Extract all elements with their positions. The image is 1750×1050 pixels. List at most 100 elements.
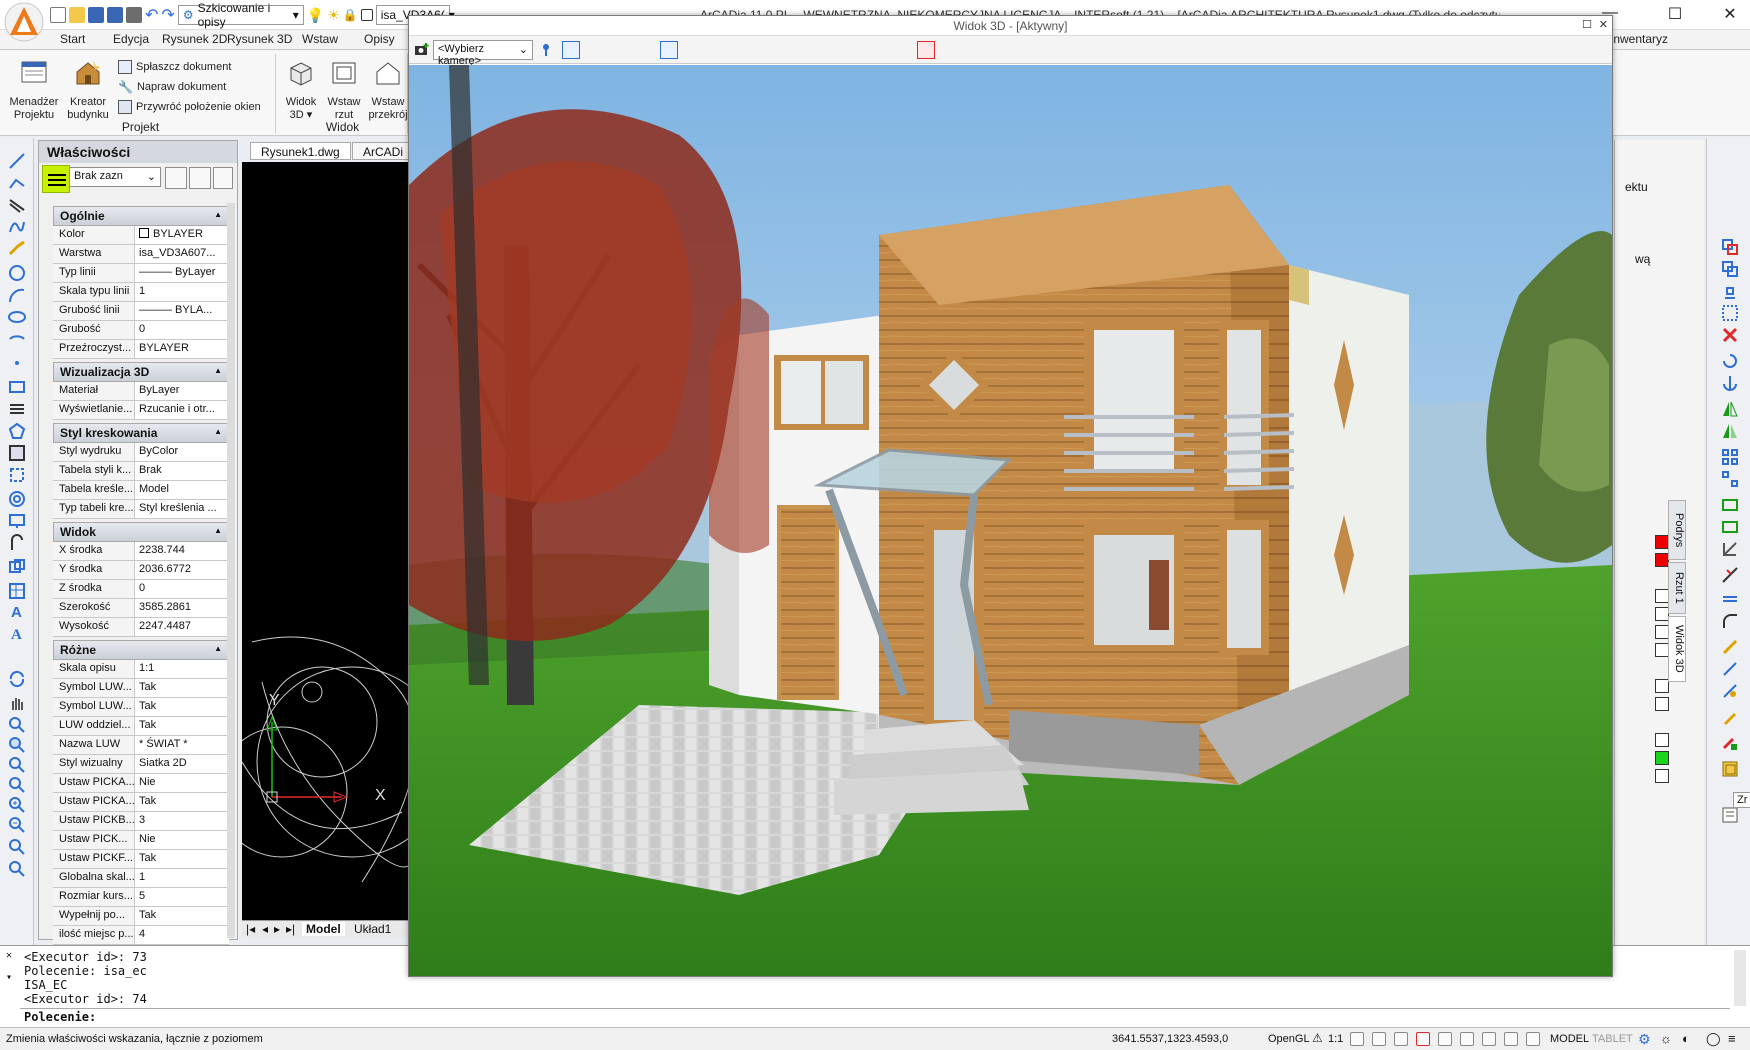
project-manager-button[interactable]: Menadżer Projektu	[8, 58, 60, 122]
view-section-button[interactable]	[917, 41, 935, 59]
view-look-button[interactable]	[634, 41, 652, 59]
view-floor-button[interactable]	[731, 41, 749, 59]
ellipse-icon[interactable]	[8, 308, 26, 326]
wipeout-icon[interactable]	[8, 534, 26, 552]
repair-document-button[interactable]: 🔧 Napraw dokument	[118, 80, 226, 94]
model-space-label[interactable]: MODEL	[1550, 1033, 1589, 1045]
layer-state-icon[interactable]	[1721, 806, 1739, 824]
property-row[interactable]: Symbol LUW... Tak	[53, 679, 229, 698]
property-value[interactable]: 0	[135, 580, 229, 598]
property-value[interactable]: ——— BYLA...	[135, 302, 229, 320]
layers-icon[interactable]	[1721, 760, 1739, 778]
property-row[interactable]: Szerokość 3585.2861	[53, 599, 229, 618]
save-as-icon[interactable]	[107, 7, 123, 23]
property-value[interactable]: Brak	[135, 462, 229, 480]
view-3d-maximize-button[interactable]: ☐	[1582, 18, 1592, 31]
properties-section-header[interactable]: Widok	[53, 522, 229, 542]
zoom-window-icon[interactable]	[8, 736, 26, 754]
freehand-icon[interactable]	[8, 240, 26, 258]
save-icon[interactable]	[88, 7, 104, 23]
property-value[interactable]: Styl kreślenia ...	[135, 500, 229, 518]
multiline-text-icon[interactable]: A	[8, 624, 26, 642]
quick-select-button[interactable]	[213, 167, 233, 189]
view-pan-button[interactable]	[660, 41, 678, 59]
nav-last-icon[interactable]: ▸|	[286, 922, 295, 936]
view-sun-button[interactable]	[846, 41, 864, 59]
match-properties-icon[interactable]	[1721, 734, 1739, 752]
view-settings-button[interactable]	[801, 41, 819, 59]
property-row[interactable]: Tabela styli k... Brak	[53, 462, 229, 481]
drawing-canvas[interactable]: Y X	[242, 162, 412, 922]
property-value[interactable]: ByLayer	[135, 382, 229, 400]
dynamic-input-icon[interactable]	[1504, 1032, 1518, 1046]
donut-icon[interactable]	[8, 490, 26, 508]
property-row[interactable]: Styl wizualny Siatka 2D	[53, 755, 229, 774]
point-icon[interactable]	[8, 354, 26, 372]
view-orbit-button[interactable]	[611, 41, 629, 59]
sun-icon[interactable]: ☀	[327, 7, 340, 24]
view-3d-button[interactable]: Widok 3D ▾	[278, 58, 324, 122]
property-value[interactable]: Rzucanie i otr...	[135, 401, 229, 419]
property-row[interactable]: Symbol LUW... Tak	[53, 698, 229, 717]
tab-inwentaryzacja[interactable]: Inwentaryz	[1610, 32, 1668, 46]
property-value[interactable]: Tak	[135, 850, 229, 868]
break-icon[interactable]	[1721, 638, 1739, 656]
stamp-icon[interactable]	[1721, 282, 1739, 300]
line-icon[interactable]	[8, 152, 26, 170]
tab-podrys[interactable]: Podrys	[1668, 500, 1686, 560]
bulb-icon[interactable]: 💡	[307, 7, 324, 24]
layer-color-swatch[interactable]	[1655, 625, 1669, 639]
property-value[interactable]: BYLAYER	[135, 226, 229, 244]
grid-icon[interactable]	[1372, 1032, 1386, 1046]
camera-select[interactable]: <Wybierz kamerę> ⌄	[433, 40, 533, 67]
undo-icon[interactable]: ↶	[145, 5, 158, 25]
command-scrollbar[interactable]	[1734, 950, 1746, 1006]
polyline-icon[interactable]	[8, 174, 26, 192]
property-value[interactable]: ByColor	[135, 443, 229, 461]
trim-icon[interactable]	[1721, 566, 1739, 584]
property-row[interactable]: Ustaw PICKF... Tak	[53, 850, 229, 869]
copy-icon[interactable]	[1721, 238, 1739, 256]
layer-color-swatch[interactable]	[1655, 679, 1669, 693]
property-value[interactable]: isa_VD3A607...	[135, 245, 229, 263]
nav-prev-icon[interactable]: ◂	[262, 922, 268, 936]
layer-color-swatch[interactable]	[1655, 769, 1669, 783]
property-value[interactable]: BYLAYER	[135, 340, 229, 358]
settings-gear-icon[interactable]: ⚙	[1638, 1031, 1651, 1048]
boundary-icon[interactable]	[8, 466, 26, 484]
property-value[interactable]: 2036.6772	[135, 561, 229, 579]
stretch-icon[interactable]	[1721, 540, 1739, 558]
property-row[interactable]: LUW oddziel... Tak	[53, 717, 229, 736]
layer-color-swatch[interactable]	[1655, 697, 1669, 711]
property-row[interactable]: Typ tabeli kre... Styl kreślenia ...	[53, 500, 229, 519]
block-icon[interactable]	[8, 558, 26, 576]
property-value[interactable]: Tak	[135, 717, 229, 735]
property-value[interactable]: 1:1	[135, 660, 229, 678]
property-row[interactable]: Ustaw PICKB... 3	[53, 812, 229, 831]
tablet-label[interactable]: TABLET	[1592, 1033, 1633, 1045]
property-row[interactable]: Wyświetlanie... Rzucanie i otr...	[53, 401, 229, 420]
scale-icon[interactable]	[1721, 518, 1739, 536]
properties-section-header[interactable]: Styl kreskowania	[53, 423, 229, 443]
move-icon[interactable]	[1721, 496, 1739, 514]
property-row[interactable]: Rozmiar kurs... 5	[53, 888, 229, 907]
text-icon[interactable]: A	[8, 602, 26, 620]
view-3d-close-button[interactable]: ✕	[1599, 18, 1608, 31]
camera-pin-icon[interactable]	[539, 42, 553, 60]
property-value[interactable]: 2247.4487	[135, 618, 229, 636]
spline-icon[interactable]	[8, 218, 26, 236]
restore-windows-button[interactable]: Przywróć położenie okien	[118, 100, 261, 114]
property-row[interactable]: Ustaw PICK... Nie	[53, 831, 229, 850]
copy-multiple-icon[interactable]	[1721, 260, 1739, 278]
insert-section-button[interactable]: Wstaw przekrój	[366, 58, 410, 122]
property-value[interactable]: 1	[135, 869, 229, 887]
building-wizard-button[interactable]: Kreator budynku	[62, 58, 114, 122]
property-row[interactable]: Grubość 0	[53, 321, 229, 340]
layer-color-swatch[interactable]	[1655, 535, 1669, 549]
property-row[interactable]: Skala typu linii 1	[53, 283, 229, 302]
property-value[interactable]: 0	[135, 321, 229, 339]
property-row[interactable]: Grubość linii ——— BYLA...	[53, 302, 229, 321]
lock-icon[interactable]: 🔒	[343, 8, 358, 22]
layer-color-swatch[interactable]	[1655, 643, 1669, 657]
regen-icon[interactable]	[8, 670, 26, 688]
